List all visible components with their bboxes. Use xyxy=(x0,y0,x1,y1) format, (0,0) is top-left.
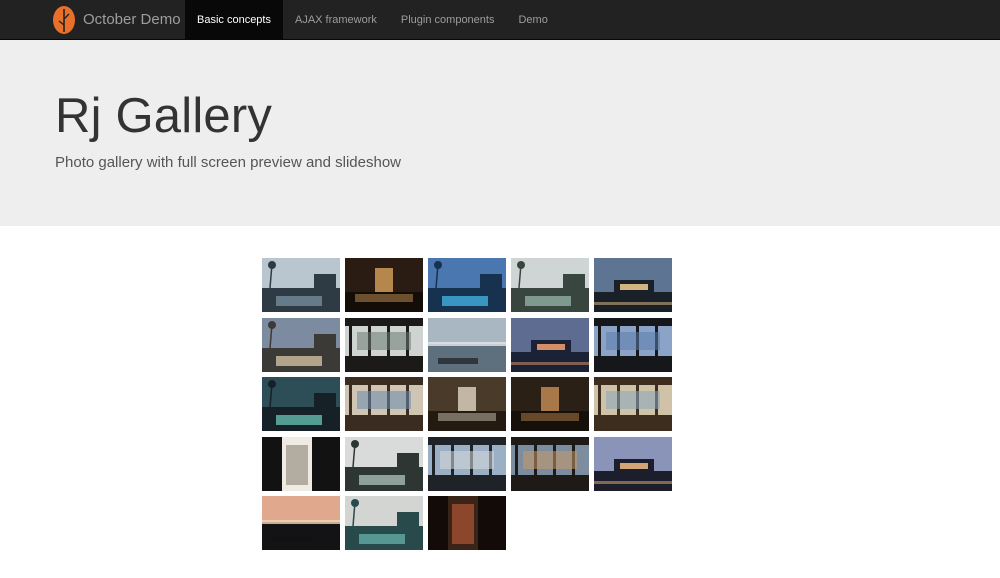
thumbnail-photo xyxy=(262,258,340,312)
thumbnail-photo xyxy=(511,258,589,312)
page-subtitle: Photo gallery with full screen preview a… xyxy=(55,154,402,171)
gallery-thumbnail[interactable] xyxy=(262,496,340,550)
nav-item-ajax-framework[interactable]: AJAX framework xyxy=(283,0,389,39)
gallery-thumbnail[interactable] xyxy=(511,258,589,312)
thumbnail-photo xyxy=(428,436,506,491)
page-title: Rj Gallery xyxy=(55,89,273,143)
thumbnail-photo xyxy=(594,377,672,431)
gallery-thumbnail[interactable] xyxy=(511,436,589,491)
gallery-thumbnail[interactable] xyxy=(511,317,589,372)
gallery-thumbnail[interactable] xyxy=(262,258,340,312)
gallery-thumbnail[interactable] xyxy=(428,317,506,372)
october-leaf-logo-icon xyxy=(53,5,75,34)
thumbnail-photo xyxy=(428,377,506,431)
gallery-thumbnail[interactable] xyxy=(262,436,340,491)
thumbnail-photo xyxy=(594,258,672,312)
brand-name: October Demo xyxy=(83,11,181,28)
hero-jumbotron: Rj Gallery Photo gallery with full scree… xyxy=(0,40,1000,226)
gallery-thumbnail[interactable] xyxy=(262,317,340,372)
thumbnail-photo xyxy=(262,377,340,431)
gallery-thumbnail[interactable] xyxy=(511,377,589,431)
thumbnail-photo xyxy=(345,496,423,550)
gallery-thumbnail[interactable] xyxy=(345,496,423,550)
gallery-thumbnail[interactable] xyxy=(345,377,423,431)
gallery-thumbnail[interactable] xyxy=(594,317,672,372)
gallery-thumbnail[interactable] xyxy=(345,258,423,312)
thumbnail-photo xyxy=(511,377,589,431)
thumbnail-photo xyxy=(262,496,340,550)
gallery-thumbnail[interactable] xyxy=(594,258,672,312)
gallery-thumbnail[interactable] xyxy=(428,496,506,550)
main-nav: Basic concepts AJAX framework Plugin com… xyxy=(185,0,560,39)
nav-item-basic-concepts[interactable]: Basic concepts xyxy=(185,0,283,39)
gallery-thumbnail[interactable] xyxy=(262,377,340,431)
gallery-thumbnail[interactable] xyxy=(345,317,423,372)
thumbnail-photo xyxy=(511,317,589,372)
gallery-thumbnail[interactable] xyxy=(428,377,506,431)
thumbnail-photo xyxy=(345,377,423,431)
nav-item-demo[interactable]: Demo xyxy=(506,0,559,39)
thumbnail-photo xyxy=(428,258,506,312)
thumbnail-photo xyxy=(511,436,589,491)
gallery-thumbnail[interactable] xyxy=(428,258,506,312)
gallery-thumbnail[interactable] xyxy=(594,436,672,491)
thumbnail-photo xyxy=(428,317,506,372)
top-navbar: October Demo Basic concepts AJAX framewo… xyxy=(0,0,1000,40)
thumbnail-photo xyxy=(345,317,423,372)
thumbnail-photo xyxy=(594,317,672,372)
gallery-thumbnail[interactable] xyxy=(345,436,423,491)
thumbnail-photo xyxy=(345,436,423,491)
brand-link[interactable]: October Demo xyxy=(52,0,181,39)
thumbnail-photo xyxy=(262,317,340,372)
thumbnail-photo xyxy=(345,258,423,312)
gallery-thumbnail[interactable] xyxy=(428,436,506,491)
thumbnail-photo xyxy=(262,436,340,491)
nav-item-plugin-components[interactable]: Plugin components xyxy=(389,0,507,39)
thumbnail-photo xyxy=(594,436,672,491)
gallery-thumbnail[interactable] xyxy=(594,377,672,431)
thumbnail-photo xyxy=(428,496,506,550)
